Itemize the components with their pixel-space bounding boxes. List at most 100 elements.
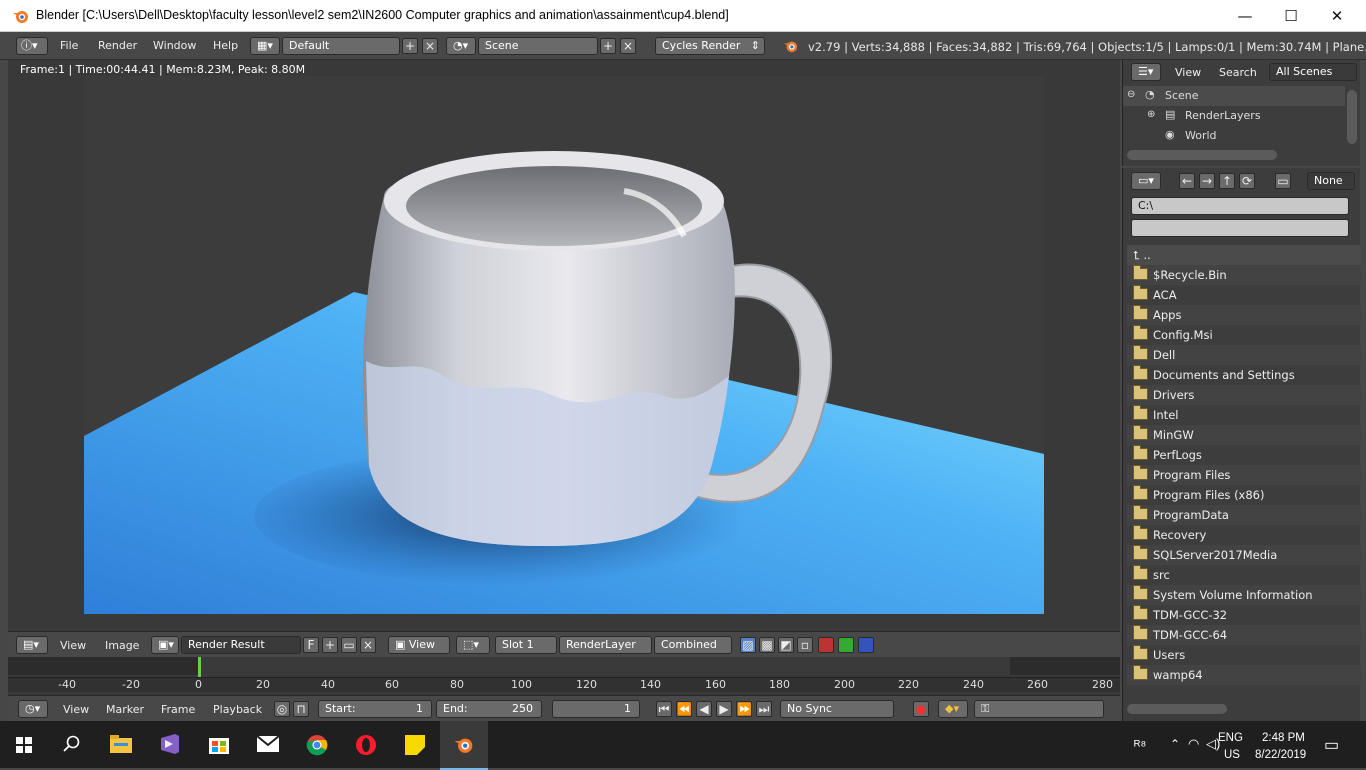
- sticky-notes-taskbar-button[interactable]: [391, 721, 439, 768]
- clock-date[interactable]: 8/22/2019: [1255, 749, 1306, 761]
- scene-field[interactable]: Scene: [478, 37, 598, 55]
- folder-item[interactable]: SQLServer2017Media: [1127, 545, 1361, 565]
- menu-render[interactable]: Render: [98, 39, 137, 52]
- screen-layout-field[interactable]: Default: [282, 37, 400, 55]
- draw-channels-dropdown[interactable]: ⬚▾: [456, 636, 490, 654]
- maximize-button[interactable]: ☐: [1268, 0, 1314, 32]
- folder-item[interactable]: Drivers: [1127, 385, 1361, 405]
- timeline-area[interactable]: [8, 657, 1120, 695]
- menu-help[interactable]: Help: [213, 39, 238, 52]
- folder-item[interactable]: Apps: [1127, 305, 1361, 325]
- current-frame-field[interactable]: 1: [552, 700, 640, 718]
- folder-item[interactable]: PerfLogs: [1127, 445, 1361, 465]
- blue-channel-icon[interactable]: [858, 637, 874, 653]
- preview-range-icon[interactable]: ◎: [274, 701, 290, 717]
- add-scene-button[interactable]: +: [600, 38, 616, 54]
- minimize-button[interactable]: —: [1222, 0, 1268, 32]
- outliner-row-renderlayers[interactable]: ⊕ ▤ RenderLayers: [1123, 106, 1345, 126]
- keying-set-field[interactable]: ⚿: [974, 700, 1104, 718]
- render-layer-dropdown[interactable]: RenderLayer: [559, 636, 652, 654]
- delete-layout-button[interactable]: ×: [422, 38, 438, 54]
- wifi-icon[interactable]: ◠: [1188, 736, 1199, 752]
- editor-type-timeline-button[interactable]: ◷▾: [18, 700, 48, 718]
- folder-item[interactable]: MinGW: [1127, 425, 1361, 445]
- show-hidden-icons-icon[interactable]: ⌃: [1170, 737, 1180, 751]
- people-icon[interactable]: ᴿ⁸: [1134, 737, 1146, 753]
- forward-icon[interactable]: →: [1199, 173, 1215, 189]
- folder-item[interactable]: ACA: [1127, 285, 1361, 305]
- menu-file[interactable]: File: [60, 39, 78, 52]
- display-view-dropdown[interactable]: ▣ View: [388, 636, 450, 654]
- collapse-icon[interactable]: ⊖: [1127, 89, 1135, 100]
- outliner-hscrollbar[interactable]: [1127, 150, 1277, 160]
- scene-icon-button[interactable]: ◔▾: [446, 37, 476, 55]
- expand-icon[interactable]: ⊕: [1147, 109, 1155, 120]
- image-name-field[interactable]: Render Result: [181, 636, 301, 654]
- folder-item[interactable]: $Recycle.Bin: [1127, 265, 1361, 285]
- folder-item[interactable]: Dell: [1127, 345, 1361, 365]
- alpha-checker-icon[interactable]: ▩: [759, 637, 775, 653]
- end-frame-field[interactable]: End: 250: [436, 700, 542, 718]
- sync-mode-dropdown[interactable]: No Sync: [780, 700, 894, 718]
- search-button[interactable]: [48, 721, 96, 768]
- opera-taskbar-button[interactable]: [342, 721, 390, 768]
- image-editor-area[interactable]: Frame:1 | Time:00:44.41 | Mem:8.23M, Pea…: [8, 60, 1120, 631]
- slot-dropdown[interactable]: Slot 1: [495, 636, 557, 654]
- next-keyframe-icon[interactable]: ⏩: [736, 701, 752, 717]
- parent-directory-item[interactable]: ⮤ ..: [1127, 245, 1361, 265]
- editor-type-filebrowser-button[interactable]: ▭▾: [1131, 172, 1161, 190]
- folder-item[interactable]: Intel: [1127, 405, 1361, 425]
- editor-type-outliner-button[interactable]: ☰▾: [1131, 63, 1161, 81]
- input-language[interactable]: ENG: [1218, 732, 1243, 744]
- timeline-menu-frame[interactable]: Frame: [161, 703, 195, 716]
- outliner-scrollbar[interactable]: [1347, 90, 1357, 144]
- keying-set-icon[interactable]: ◆▾: [938, 700, 968, 718]
- blender-taskbar-button[interactable]: [440, 721, 488, 770]
- play-reverse-icon[interactable]: ◀: [696, 701, 712, 717]
- editor-type-info-button[interactable]: ⓘ▾: [16, 37, 48, 55]
- start-frame-field[interactable]: Start: 1: [318, 700, 432, 718]
- clock-time[interactable]: 2:48 PM: [1262, 732, 1305, 744]
- folder-item[interactable]: Documents and Settings: [1127, 365, 1361, 385]
- file-browser-hscrollbar[interactable]: [1127, 704, 1227, 714]
- folder-item[interactable]: Program Files (x86): [1127, 485, 1361, 505]
- folder-item[interactable]: Recovery: [1127, 525, 1361, 545]
- screen-layout-icon-button[interactable]: ▦▾: [250, 37, 280, 55]
- file-explorer-taskbar-button[interactable]: [97, 721, 145, 768]
- current-frame-marker[interactable]: [198, 657, 201, 677]
- new-folder-icon[interactable]: ▭: [1275, 173, 1291, 189]
- open-image-button[interactable]: ▭: [341, 637, 357, 653]
- green-channel-icon[interactable]: [838, 637, 854, 653]
- render-engine-dropdown[interactable]: Cycles Render ⇕: [655, 37, 765, 55]
- refresh-icon[interactable]: ⟳: [1239, 173, 1255, 189]
- folder-item[interactable]: Config.Msi: [1127, 325, 1361, 345]
- z-buffer-icon[interactable]: ◩: [778, 637, 794, 653]
- delete-scene-button[interactable]: ×: [620, 38, 636, 54]
- outliner-menu-search[interactable]: Search: [1219, 66, 1257, 79]
- timeline-menu-view[interactable]: View: [63, 703, 89, 716]
- jump-start-icon[interactable]: ⏮: [656, 701, 672, 717]
- store-taskbar-button[interactable]: [195, 721, 243, 768]
- timeline-ruler[interactable]: [8, 677, 1120, 692]
- folder-item[interactable]: wamp64: [1127, 665, 1361, 685]
- folder-item[interactable]: ProgramData: [1127, 505, 1361, 525]
- editor-type-image-button[interactable]: ▤▾: [16, 636, 48, 654]
- folder-item[interactable]: System Volume Information: [1127, 585, 1361, 605]
- menu-window[interactable]: Window: [153, 39, 196, 52]
- render-pass-dropdown[interactable]: Combined: [654, 636, 732, 654]
- action-center-icon[interactable]: ▭: [1324, 735, 1339, 755]
- lock-icon[interactable]: ⊓: [293, 701, 309, 717]
- new-image-button[interactable]: +: [322, 637, 338, 653]
- outliner-display-mode[interactable]: All Scenes: [1269, 63, 1357, 81]
- outliner-menu-view[interactable]: View: [1175, 66, 1201, 79]
- close-button[interactable]: ✕: [1314, 0, 1360, 32]
- fake-user-button[interactable]: F: [303, 637, 319, 653]
- prev-keyframe-icon[interactable]: ⏪: [676, 701, 692, 717]
- jump-end-icon[interactable]: ⏭: [756, 701, 772, 717]
- outliner-row-scene[interactable]: ⊖ ◔ Scene: [1123, 86, 1345, 106]
- outliner-row-world[interactable]: ◉ World: [1123, 126, 1345, 146]
- add-layout-button[interactable]: +: [402, 38, 418, 54]
- red-channel-icon[interactable]: [818, 637, 834, 653]
- folder-item[interactable]: src: [1127, 565, 1361, 585]
- mail-taskbar-button[interactable]: [244, 721, 292, 768]
